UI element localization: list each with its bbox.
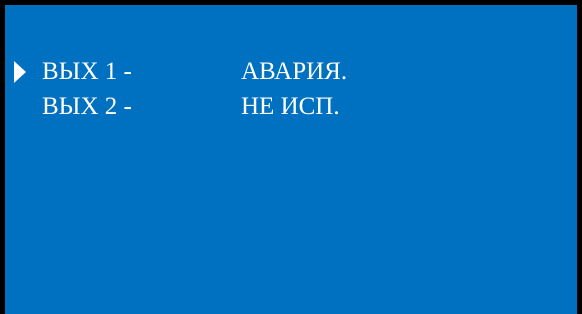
lcd-screen: ВЫХ 1 - АВАРИЯ. ВЫХ 2 - НЕ ИСП.: [5, 5, 577, 314]
output-1-label: ВЫХ 1 -: [42, 58, 132, 85]
output-2-label: ВЫХ 2 -: [42, 93, 132, 120]
output-2-value: НЕ ИСП.: [241, 93, 340, 120]
output-1-value: АВАРИЯ.: [241, 58, 348, 85]
menu-item-output-1[interactable]: ВЫХ 1 - АВАРИЯ.: [5, 57, 577, 87]
selection-arrow-icon: [14, 61, 26, 83]
menu-item-output-2[interactable]: ВЫХ 2 - НЕ ИСП.: [5, 92, 577, 122]
